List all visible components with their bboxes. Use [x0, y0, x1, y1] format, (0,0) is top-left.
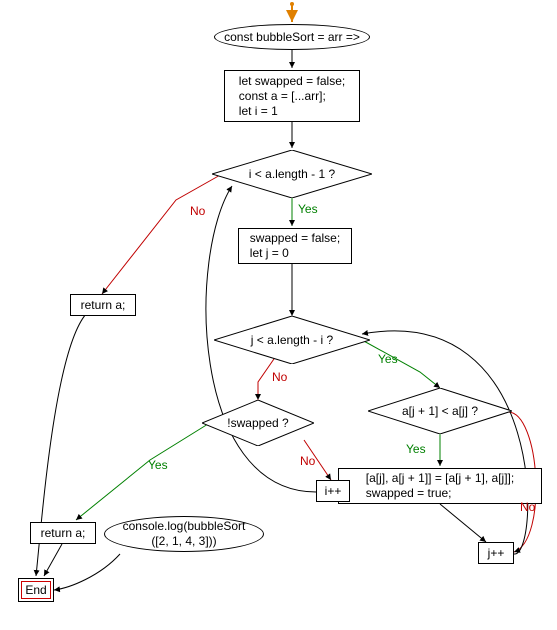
swapped-condition-node: !swapped ?: [202, 400, 314, 446]
return-a-outer-node: return a;: [70, 294, 136, 316]
console-log-node: console.log(bubbleSort ([2, 1, 4, 3])): [104, 516, 264, 552]
end-node: End: [18, 578, 54, 602]
i-increment-node: i++: [316, 480, 350, 502]
outer-condition-node: i < a.length - 1 ?: [212, 150, 372, 198]
j-increment-label: j++: [488, 546, 505, 560]
edge-label-yes: Yes: [148, 458, 168, 472]
j-increment-node: j++: [478, 542, 514, 564]
start-node: const bubbleSort = arr =>: [214, 24, 370, 50]
return-a-outer-label: return a;: [81, 298, 126, 312]
flowchart-canvas: const bubbleSort = arr => let swapped = …: [0, 0, 557, 630]
edge-label-no: No: [190, 204, 205, 218]
compare-node: a[j + 1] < a[j] ?: [368, 388, 512, 434]
edge-label-yes: Yes: [298, 202, 318, 216]
return-a-inner-node: return a;: [30, 522, 96, 544]
edge-label-no: No: [520, 500, 535, 514]
swapped-condition-label: !swapped ?: [227, 416, 288, 430]
outer-condition-label: i < a.length - 1 ?: [249, 167, 335, 181]
return-a-inner-label: return a;: [41, 526, 86, 540]
i-increment-label: i++: [325, 484, 342, 498]
outer-body-node: swapped = false; let j = 0: [238, 228, 352, 264]
end-node-label: End: [25, 583, 46, 597]
edge-label-no: No: [300, 454, 315, 468]
compare-label: a[j + 1] < a[j] ?: [402, 404, 478, 418]
inner-condition-label: j < a.length - i ?: [251, 333, 333, 347]
inner-condition-node: j < a.length - i ?: [214, 316, 370, 364]
start-node-label: const bubbleSort = arr =>: [224, 30, 360, 44]
init-node: let swapped = false; const a = [...arr];…: [224, 70, 360, 122]
edge-label-yes: Yes: [378, 352, 398, 366]
swap-node: [a[j], a[j + 1]] = [a[j + 1], a[j]]; swa…: [338, 468, 542, 504]
edge-label-yes: Yes: [406, 442, 426, 456]
edge-label-no: No: [272, 370, 287, 384]
